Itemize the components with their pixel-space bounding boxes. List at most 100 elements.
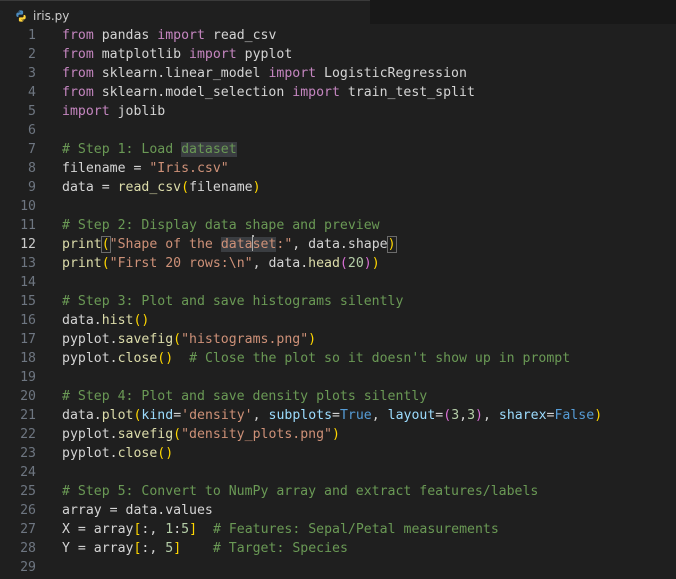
code-token: data. [62, 313, 102, 328]
code-line[interactable]: 20 # Step 4: Plot and save density plots … [0, 387, 676, 406]
code-line[interactable]: 16 data.hist() [0, 311, 676, 330]
code-token: pandas [93, 28, 158, 43]
code-line[interactable]: 29 [0, 558, 676, 577]
code-token: pyplot. [62, 446, 118, 461]
code-text[interactable]: from sklearn.model_selection import trai… [62, 83, 475, 102]
code-token: ) [594, 408, 603, 423]
code-text[interactable]: X = array[:, 1:5] # Features: Sepal/Peta… [62, 520, 499, 539]
code-line[interactable]: 27 X = array[:, 1:5] # Features: Sepal/Pe… [0, 520, 676, 539]
code-text[interactable]: array = data.values [62, 501, 213, 520]
code-line[interactable]: 28 Y = array[:, 5] # Target: Species [0, 539, 676, 558]
code-token: filename [189, 180, 253, 195]
code-line[interactable]: 5 import joblib [0, 102, 676, 121]
code-token: # Step 3: Plot and save histograms silen… [62, 294, 404, 309]
code-token: "Shape of the [109, 237, 221, 252]
code-line[interactable]: 1 from pandas import read_csv [0, 26, 676, 45]
code-token: , [252, 408, 269, 423]
code-text[interactable]: print("First 20 rows:\n", data.head(20)) [62, 254, 380, 273]
code-line[interactable]: 10 [0, 197, 676, 216]
code-line[interactable]: 23 pyplot.close() [0, 444, 676, 463]
code-text[interactable]: pyplot.savefig("density_plots.png") [62, 425, 340, 444]
code-token: from [62, 66, 94, 81]
code-token: head [308, 256, 340, 271]
code-line[interactable]: 13 print("First 20 rows:\n", data.head(20… [0, 254, 676, 273]
code-text[interactable]: data = read_csv(filename) [62, 178, 261, 197]
code-text[interactable]: Y = array[:, 5] # Target: Species [62, 539, 348, 558]
code-text[interactable]: from pandas import read_csv [62, 26, 276, 45]
code-token: :, [141, 541, 166, 556]
code-line[interactable]: 8 filename = "Iris.csv" [0, 159, 676, 178]
line-number: 1 [28, 28, 36, 43]
code-token: ( [339, 256, 348, 271]
tab-filename: iris.py [33, 9, 70, 23]
code-token: import [157, 28, 205, 43]
code-line[interactable]: 22 pyplot.savefig("density_plots.png") [0, 425, 676, 444]
code-token: , [483, 408, 499, 423]
code-token: import [292, 85, 340, 100]
code-token: ( [181, 180, 190, 195]
code-line[interactable]: 4 from sklearn.model_selection import tra… [0, 83, 676, 102]
code-text[interactable]: pyplot.close() # Close the plot so it do… [62, 349, 570, 368]
code-line[interactable]: 14 [0, 273, 676, 292]
code-token: pyplot. [62, 351, 118, 366]
code-line[interactable]: 26 array = data.values [0, 501, 676, 520]
code-token: # Step 2: Display data shape and preview [62, 218, 380, 233]
code-text[interactable]: data.hist() [62, 311, 149, 330]
breadcrumb[interactable]: iris.py [14, 8, 69, 24]
code-line[interactable]: 9 data = read_csv(filename) [0, 178, 676, 197]
code-token: () [133, 313, 150, 328]
code-line[interactable]: 15 # Step 3: Plot and save histograms sil… [0, 292, 676, 311]
code-line[interactable]: 11 # Step 2: Display data shape and previ… [0, 216, 676, 235]
code-token: , data.shape [292, 237, 388, 252]
code-line[interactable]: 6 [0, 121, 676, 140]
code-text[interactable]: from sklearn.linear_model import Logisti… [62, 64, 467, 83]
line-number: 11 [20, 218, 36, 233]
line-number: 23 [20, 446, 36, 461]
code-line[interactable]: 24 [0, 463, 676, 482]
code-editor[interactable]: 1 from pandas import read_csv 2 from matplo… [0, 24, 676, 579]
code-token: set [252, 237, 277, 252]
code-token: layout [387, 408, 436, 423]
line-number: 20 [20, 389, 36, 404]
code-text[interactable]: import joblib [62, 102, 165, 121]
code-text[interactable]: print("Shape of the dataset:", data.shap… [62, 235, 397, 254]
code-text[interactable]: data.plot(kind='density', subplots=True,… [62, 406, 602, 425]
code-token: () [157, 446, 174, 461]
code-line[interactable]: 2 from matplotlib import pyplot [0, 45, 676, 64]
code-token: ) [252, 180, 261, 195]
code-token: = [332, 408, 340, 423]
code-token: data. [62, 408, 102, 423]
line-number: 13 [20, 256, 36, 271]
line-number: 16 [20, 313, 36, 328]
code-line[interactable]: 12 print("Shape of the dataset:", data.sh… [0, 235, 676, 254]
code-text[interactable]: # Step 1: Load dataset [62, 140, 237, 159]
code-text[interactable]: from matplotlib import pyplot [62, 45, 292, 64]
code-line[interactable]: 18 pyplot.close() # Close the plot so it … [0, 349, 676, 368]
code-token: ) [371, 256, 380, 271]
code-token: ( [443, 408, 452, 423]
code-line[interactable]: 17 pyplot.savefig("histograms.png") [0, 330, 676, 349]
code-token: 1 [165, 522, 174, 537]
code-token: # Close the plot so it doesn't show up i… [189, 351, 571, 366]
line-number: 14 [20, 275, 36, 290]
code-line[interactable]: 7 # Step 1: Load dataset [0, 140, 676, 159]
code-token: ) [363, 256, 372, 271]
code-line[interactable]: 3 from sklearn.linear_model import Logist… [0, 64, 676, 83]
code-line[interactable]: 19 [0, 368, 676, 387]
code-text[interactable]: pyplot.savefig("histograms.png") [62, 330, 316, 349]
code-token: 'density' [181, 408, 253, 423]
code-text[interactable]: # Step 3: Plot and save histograms silen… [62, 292, 403, 311]
line-number: 9 [28, 180, 36, 195]
code-line[interactable]: 25 # Step 5: Convert to NumPy array and e… [0, 482, 676, 501]
code-text[interactable]: pyplot.close() [62, 444, 173, 463]
code-line[interactable]: 21 data.plot(kind='density', subplots=Tru… [0, 406, 676, 425]
code-token: : [173, 522, 182, 537]
code-text[interactable]: # Step 4: Plot and save density plots si… [62, 387, 427, 406]
code-text[interactable]: filename = "Iris.csv" [62, 159, 229, 178]
code-token: read_csv [117, 180, 182, 195]
code-text[interactable]: # Step 5: Convert to NumPy array and ext… [62, 482, 538, 501]
code-text[interactable]: # Step 2: Display data shape and preview [62, 216, 380, 235]
code-token: print [62, 237, 102, 252]
code-token: 3 [451, 408, 460, 423]
